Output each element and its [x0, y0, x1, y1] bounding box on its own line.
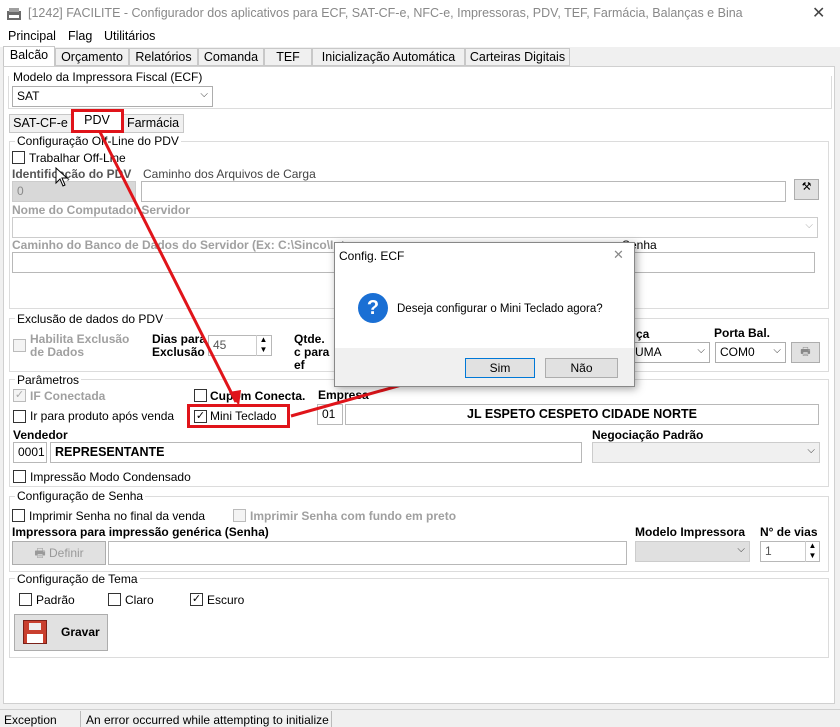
mouse-cursor-icon	[55, 167, 69, 187]
question-icon: ?	[358, 293, 388, 323]
dialog-title-bar: Config. ECF ✕	[335, 243, 634, 270]
dialog-message: Deseja configurar o Mini Teclado agora?	[397, 303, 603, 315]
dialog-body: ? Deseja configurar o Mini Teclado agora…	[335, 270, 634, 348]
sim-button[interactable]: Sim	[465, 358, 535, 378]
sim-label: Sim	[489, 361, 511, 375]
nao-label: Não	[570, 361, 593, 375]
dialog-title: Config. ECF	[339, 249, 405, 263]
close-icon[interactable]: ✕	[613, 247, 624, 263]
nao-button[interactable]: Não	[545, 358, 618, 378]
config-ecf-dialog: Config. ECF ✕ ? Deseja configurar o Mini…	[334, 242, 635, 387]
